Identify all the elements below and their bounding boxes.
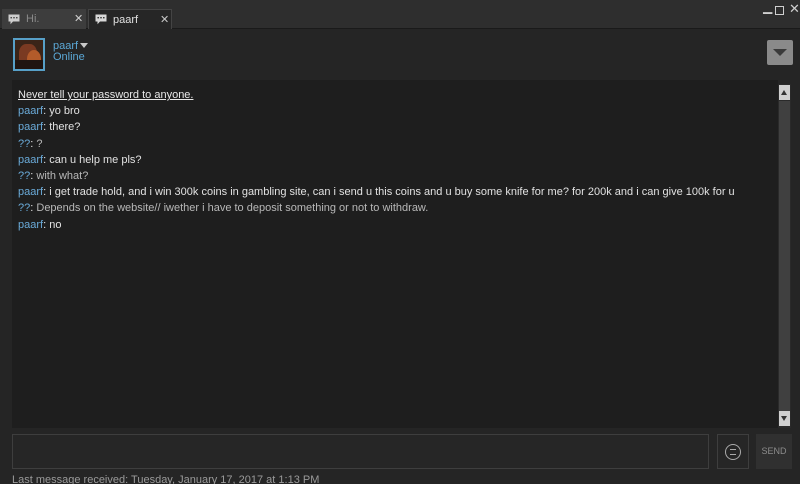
message-list: Never tell your password to anyone. paar… [18, 87, 778, 233]
scroll-thumb[interactable] [779, 101, 790, 411]
message-text: Depends on the website// iwether i have … [36, 202, 429, 215]
message-sender[interactable]: ?? [18, 138, 30, 150]
message-sender[interactable]: paarf [18, 105, 43, 117]
message-text: can u help me pls? [49, 153, 142, 166]
message-text: no [49, 218, 62, 231]
chat-message: paarf: no [18, 218, 62, 231]
chat-options-button[interactable] [767, 40, 793, 65]
close-tab-icon[interactable]: ✕ [160, 13, 169, 26]
message-sender[interactable]: paarf [18, 154, 43, 166]
chat-message: ??: ? [18, 137, 43, 150]
chat-message: ??: Depends on the website// iwether i h… [18, 202, 429, 215]
avatar[interactable] [13, 38, 45, 71]
chevron-down-icon [773, 49, 787, 56]
password-warning: Never tell your password to anyone. [18, 89, 194, 101]
last-message-timestamp: Last message received: Tuesday, January … [12, 474, 320, 484]
chat-bubble-icon [95, 14, 107, 25]
scroll-up-icon[interactable] [779, 85, 790, 100]
emoticon-icon [725, 444, 741, 460]
chat-scrollbar[interactable] [778, 84, 791, 428]
minimize-icon[interactable]: ▁ [763, 1, 772, 13]
message-text: with what? [36, 170, 89, 183]
emoticon-button[interactable] [717, 434, 749, 469]
message-sender[interactable]: paarf [18, 219, 43, 231]
tab-hi[interactable]: Hi. ✕ [2, 9, 86, 29]
message-text: there? [49, 121, 81, 134]
close-window-icon[interactable]: ✕ [789, 2, 800, 15]
chat-message: ??: with what? [18, 170, 89, 183]
message-sender[interactable]: paarf [18, 186, 43, 198]
chat-message: paarf: yo bro [18, 105, 80, 118]
close-tab-icon[interactable]: ✕ [74, 12, 83, 25]
message-text: i get trade hold, and i win 300k coins i… [49, 186, 735, 199]
send-button[interactable]: SEND [756, 434, 792, 469]
message-text: yo bro [49, 105, 80, 118]
friend-status: Online [53, 51, 85, 63]
tab-label: Hi. [26, 13, 40, 25]
message-text: ? [36, 137, 43, 150]
tab-label: paarf [113, 13, 139, 26]
message-input[interactable] [12, 434, 709, 469]
chat-message: paarf: there? [18, 121, 81, 134]
chat-message: paarf: can u help me pls? [18, 153, 142, 166]
chat-bubble-icon [8, 14, 20, 24]
tab-paarf[interactable]: paarf ✕ [88, 9, 172, 29]
message-sender[interactable]: ?? [18, 202, 30, 214]
message-sender[interactable]: paarf [18, 121, 43, 133]
scroll-down-icon[interactable] [779, 411, 790, 426]
tab-strip: Hi. ✕ paarf ✕ ▁ ✕ [0, 0, 800, 29]
maximize-icon[interactable] [775, 6, 784, 15]
chevron-down-icon[interactable] [80, 43, 88, 48]
chat-window: Hi. ✕ paarf ✕ ▁ ✕ paarf Online Never tel… [0, 0, 800, 484]
message-sender[interactable]: ?? [18, 170, 30, 182]
chat-message: paarf: i get trade hold, and i win 300k … [18, 186, 735, 199]
chat-log: Never tell your password to anyone. paar… [12, 80, 778, 428]
